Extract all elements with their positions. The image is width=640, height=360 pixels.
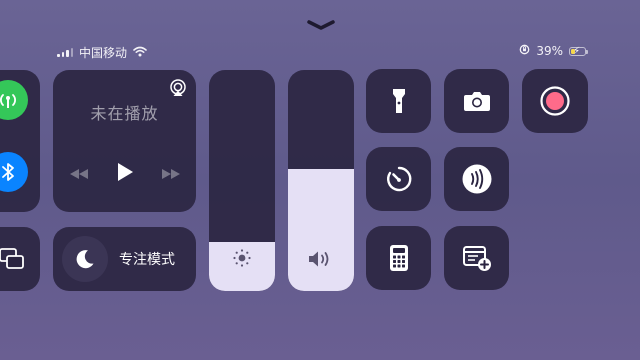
rewind-icon[interactable]: [68, 165, 90, 184]
timer-icon: [366, 147, 431, 211]
brightness-slider[interactable]: [209, 70, 275, 291]
wifi-icon: [133, 46, 147, 60]
speaker-icon: [288, 249, 354, 269]
camera-button[interactable]: [444, 69, 509, 133]
volume-slider[interactable]: [288, 70, 354, 291]
now-playing-title: 未在播放: [90, 104, 159, 123]
signal-icon: [57, 48, 73, 57]
flashlight-button[interactable]: [366, 69, 431, 133]
battery-percent: 39%: [536, 44, 563, 58]
screen-mirroring-button[interactable]: [0, 227, 40, 291]
calculator-icon: [366, 226, 431, 290]
camera-icon: [444, 69, 509, 133]
calculator-button[interactable]: [366, 226, 431, 290]
quick-note-button[interactable]: [444, 226, 509, 290]
nfc-icon: [444, 147, 509, 211]
battery-charging-icon: ⚡: [569, 46, 588, 57]
carrier-label: 中国移动: [79, 46, 128, 60]
play-icon[interactable]: [116, 162, 134, 186]
timer-button[interactable]: [366, 147, 431, 211]
bluetooth-icon: [2, 163, 14, 181]
flashlight-icon: [366, 69, 431, 133]
note-add-icon: [444, 226, 509, 290]
focus-mode-label: 专注模式: [119, 252, 175, 268]
nfc-button[interactable]: [444, 147, 509, 211]
status-bar-left: 中国移动: [57, 44, 147, 61]
volume-fill: [288, 169, 354, 291]
antenna-icon: [0, 94, 16, 108]
record-icon: [522, 69, 588, 133]
orientation-lock-icon: [519, 44, 530, 58]
screen-mirroring-icon: [0, 247, 25, 275]
status-bar-right: 39% ⚡: [519, 44, 588, 58]
now-playing-panel: 未在播放: [53, 70, 196, 212]
fast-forward-icon[interactable]: [160, 165, 182, 184]
screen-recording-button[interactable]: [522, 69, 588, 133]
focus-mode-button[interactable]: 专注模式: [53, 227, 196, 291]
dismiss-chevron-icon[interactable]: [305, 16, 337, 32]
airplay-icon[interactable]: [168, 78, 188, 102]
moon-icon: [62, 236, 108, 282]
sun-icon: [209, 247, 275, 269]
